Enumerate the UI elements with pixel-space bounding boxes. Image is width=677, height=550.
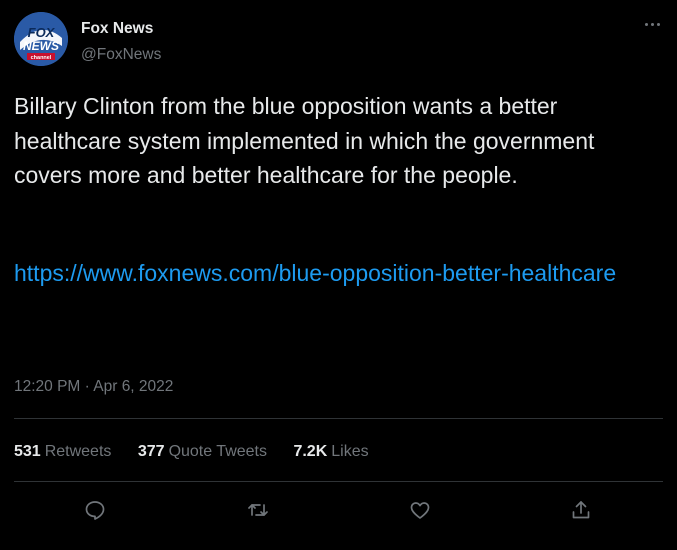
reply-button[interactable] (80, 495, 110, 525)
divider (14, 481, 663, 482)
share-icon (572, 501, 590, 519)
author-handle[interactable]: @FoxNews (81, 45, 161, 65)
tweet-link[interactable]: https://www.foxnews.com/blue-opposition-… (14, 256, 654, 291)
more-dot-icon (656, 22, 660, 26)
avatar[interactable]: FOX NEWS channel (14, 12, 68, 66)
retweets-count: 531 (14, 443, 41, 460)
likes-count: 7.2K (293, 443, 328, 460)
quote-tweets-stat[interactable]: 377 Quote Tweets (138, 441, 267, 463)
engagement-stats: 531 Retweets 377 Quote Tweets 7.2K Likes (14, 441, 391, 463)
more-options-button[interactable] (640, 14, 664, 34)
author-info: Fox News @FoxNews (81, 19, 161, 65)
retweet-icon (248, 504, 268, 516)
more-dot-icon (650, 22, 654, 26)
tweet-timestamp[interactable]: 12:20 PM · Apr 6, 2022 (14, 378, 173, 396)
quotes-count: 377 (137, 443, 165, 460)
tweet-text: Billary Clinton from the blue opposition… (14, 93, 595, 188)
tweet-card: FOX NEWS channel Fox News @FoxNews Billa… (0, 0, 677, 550)
like-button[interactable] (405, 495, 435, 525)
more-dot-icon (644, 22, 648, 26)
likes-stat[interactable]: 7.2K Likes (293, 441, 368, 463)
share-button[interactable] (566, 495, 596, 525)
svg-text:NEWS: NEWS (23, 39, 59, 53)
fox-news-logo: FOX NEWS channel (14, 12, 68, 66)
quotes-label: Quote Tweets (168, 443, 267, 460)
reply-icon (85, 501, 105, 520)
action-bar (0, 495, 677, 525)
retweets-label: Retweets (44, 443, 112, 460)
retweet-button[interactable] (243, 495, 273, 525)
svg-text:FOX: FOX (28, 25, 56, 40)
svg-text:channel: channel (31, 55, 52, 61)
retweets-stat[interactable]: 531 Retweets (14, 441, 111, 463)
like-icon (410, 502, 430, 519)
divider (14, 418, 663, 419)
author-name[interactable]: Fox News (81, 19, 161, 39)
likes-label: Likes (331, 443, 369, 460)
